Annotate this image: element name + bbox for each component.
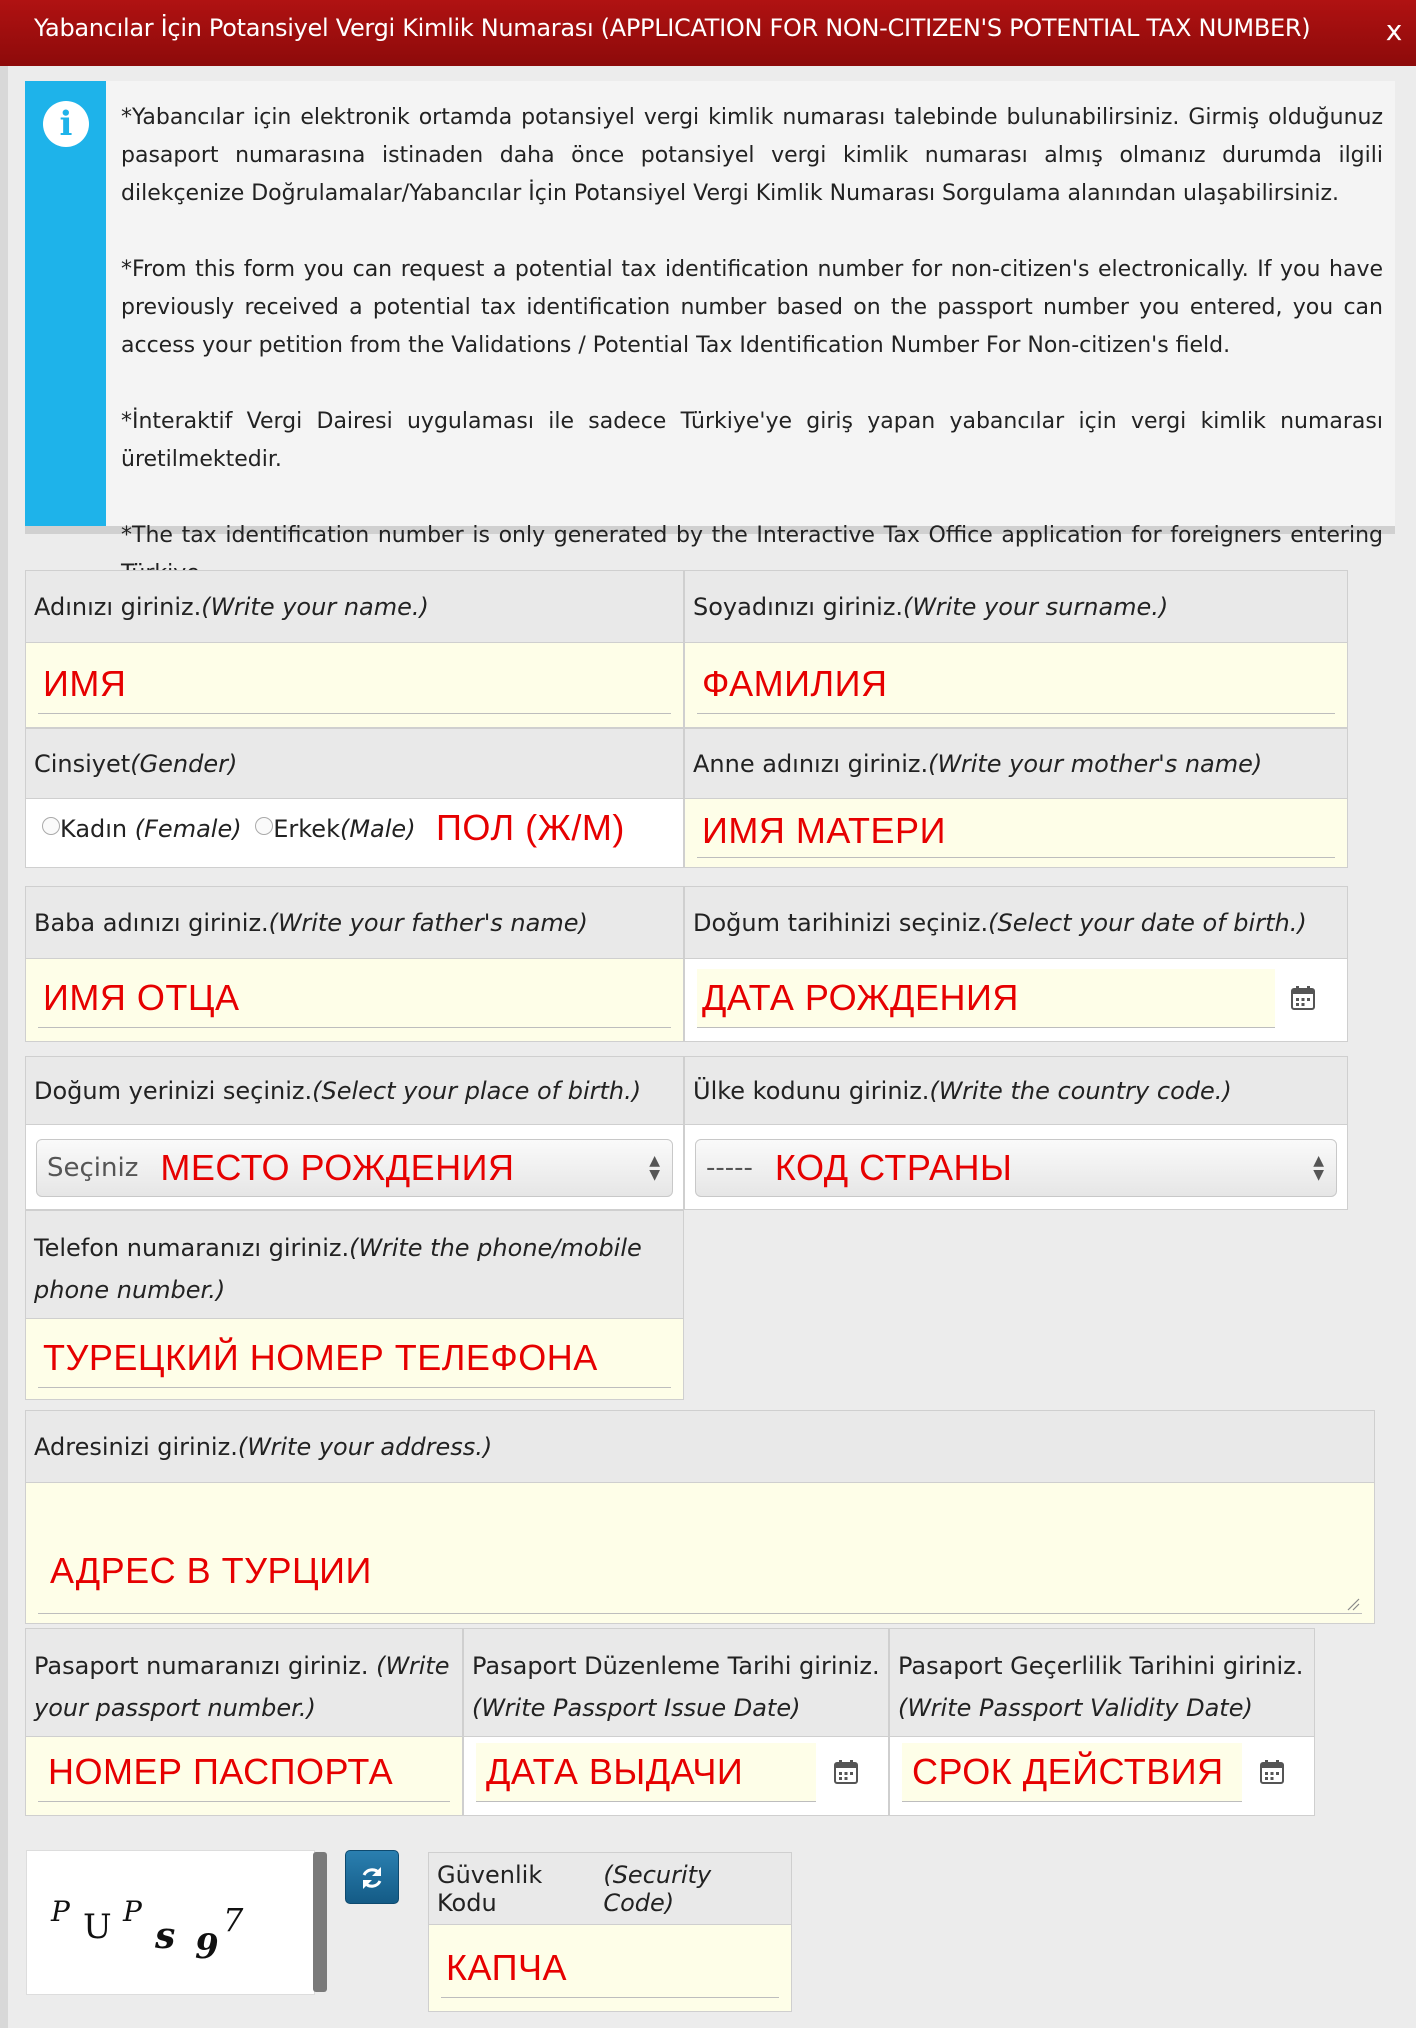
calendar-icon[interactable] [1290, 985, 1316, 1011]
captcha-char: s [155, 1915, 176, 1957]
select-arrows-icon: ▲ ▼ [1313, 1153, 1324, 1183]
gender-label: Cinsiyet (Gender) [26, 729, 683, 799]
security-code-label: Güvenlik Kodu (Security Code) [429, 1853, 791, 1925]
father-name-group: Baba adınızı giriniz. (Write your father… [25, 886, 684, 1042]
passport-issue-input[interactable]: ДАТА ВЫДАЧИ [476, 1743, 816, 1802]
birthplace-select[interactable]: Seçiniz МЕСТО РОЖДЕНИЯ ▲ ▼ [36, 1139, 673, 1197]
info-icon: i [43, 101, 89, 147]
passport-validity-label: Pasaport Geçerlilik Tarihini giriniz. (W… [890, 1629, 1314, 1737]
mother-name-input[interactable]: ИМЯ МАТЕРИ [697, 805, 1335, 858]
passport-issue-label: Pasaport Düzenleme Tarihi giriniz. (Writ… [464, 1629, 888, 1737]
address-group: Adresinizi giriniz. (Write your address.… [25, 1410, 1375, 1624]
security-code-input[interactable]: КАПЧА [441, 1939, 779, 1998]
calendar-icon[interactable] [833, 1759, 859, 1785]
refresh-icon [362, 1867, 382, 1889]
gender-group: Cinsiyet (Gender) Kadın (Female) Erkek(M… [25, 728, 684, 868]
mother-name-label: Anne adınızı giriniz. (Write your mother… [685, 729, 1347, 799]
dialog-title-bar: Yabancılar İçin Potansiyel Vergi Kimlik … [0, 0, 1416, 66]
captcha-char: P [123, 1895, 142, 1928]
captcha-image: P U P s 9 7 [26, 1850, 315, 1995]
info-paragraph: *İnteraktif Vergi Dairesi uygulaması ile… [121, 409, 1383, 472]
father-name-label: Baba adınızı giriniz. (Write your father… [26, 887, 683, 959]
passport-number-group: Pasaport numaranızı giriniz. (Write your… [25, 1628, 463, 1816]
application-form: i *Yabancılar için elektronik ortamda po… [8, 66, 1416, 2028]
female-radio[interactable] [42, 817, 60, 835]
phone-input[interactable]: ТУРЕЦКИЙ НОМЕР ТЕЛЕФОНА [38, 1329, 671, 1388]
father-name-input[interactable]: ИМЯ ОТЦА [38, 969, 671, 1028]
address-textarea[interactable]: АДРЕС В ТУРЦИИ [38, 1491, 1362, 1614]
address-label: Adresinizi giriniz. (Write your address.… [26, 1411, 1374, 1483]
captcha-scrollbar[interactable] [313, 1852, 327, 1992]
mother-name-group: Anne adınızı giriniz. (Write your mother… [684, 728, 1348, 868]
info-accent-bar [25, 81, 106, 526]
gender-value: ПОЛ (Ж/М) [436, 807, 625, 848]
address-value: АДРЕС В ТУРЦИИ [50, 1550, 372, 1591]
info-paragraph: *From this form you can request a potent… [121, 257, 1383, 358]
birthdate-group: Doğum tarihinizi seçiniz. (Select your d… [684, 886, 1348, 1042]
dialog-title: Yabancılar İçin Potansiyel Vergi Kimlik … [34, 14, 1311, 42]
captcha-char: 7 [223, 1901, 244, 1939]
country-code-label: Ülke kodunu giriniz. (Write the country c… [685, 1057, 1347, 1125]
security-code-group: Güvenlik Kodu (Security Code) КАПЧА [428, 1852, 792, 2012]
birthplace-placeholder: Seçiniz [47, 1153, 139, 1183]
info-text: *Yabancılar için elektronik ortamda pota… [121, 99, 1383, 593]
birthplace-value: МЕСТО РОЖДЕНИЯ [160, 1147, 515, 1188]
country-code-group: Ülke kodunu giriniz. (Write the country c… [684, 1056, 1348, 1210]
select-arrows-icon: ▲ ▼ [649, 1153, 660, 1183]
passport-number-input[interactable]: НОМЕР ПАСПОРТА [38, 1743, 450, 1802]
surname-label: Soyadınızı giriniz. (Write your surname.) [685, 571, 1347, 643]
captcha-char: 9 [195, 1927, 219, 1967]
passport-number-label: Pasaport numaranızı giriniz. (Write your… [26, 1629, 462, 1737]
captcha-char: U [83, 1907, 112, 1947]
country-code-select[interactable]: ----- КОД СТРАНЫ ▲ ▼ [695, 1139, 1337, 1197]
country-code-placeholder: ----- [706, 1153, 753, 1183]
phone-group: Telefon numaranızı giriniz.(Write the ph… [25, 1210, 684, 1400]
calendar-icon[interactable] [1259, 1759, 1285, 1785]
surname-group: Soyadınızı giriniz. (Write your surname.)… [684, 570, 1348, 728]
name-input[interactable]: ИМЯ [38, 655, 671, 714]
captcha-char: P [51, 1895, 70, 1928]
resize-handle-icon[interactable] [1346, 1597, 1360, 1611]
passport-issue-group: Pasaport Düzenleme Tarihi giriniz. (Writ… [463, 1628, 889, 1816]
gender-options: Kadın (Female) Erkek(Male) [42, 815, 416, 843]
close-button[interactable]: x [1386, 14, 1403, 47]
birthdate-label: Doğum tarihinizi seçiniz. (Select your d… [685, 887, 1347, 959]
phone-label: Telefon numaranızı giriniz.(Write the ph… [26, 1211, 683, 1319]
birthplace-label: Doğum yerinizi seçiniz. (Select your plac… [26, 1057, 683, 1125]
name-group: Adınızı giriniz. (Write your name.) ИМЯ [25, 570, 684, 728]
birthplace-group: Doğum yerinizi seçiniz. (Select your plac… [25, 1056, 684, 1210]
info-paragraph: *Yabancılar için elektronik ortamda pota… [121, 105, 1383, 206]
passport-validity-input[interactable]: СРОК ДЕЙСТВИЯ [902, 1743, 1242, 1802]
country-code-value: КОД СТРАНЫ [774, 1147, 1013, 1188]
male-radio[interactable] [255, 817, 274, 835]
refresh-captcha-button[interactable] [345, 1850, 399, 1904]
birthdate-input[interactable]: ДАТА РОЖДЕНИЯ [697, 969, 1275, 1028]
info-panel: i *Yabancılar için elektronik ortamda po… [25, 81, 1395, 586]
name-label: Adınızı giriniz. (Write your name.) [26, 571, 683, 643]
passport-validity-group: Pasaport Geçerlilik Tarihini giriniz. (W… [889, 1628, 1315, 1816]
surname-input[interactable]: ФАМИЛИЯ [697, 655, 1335, 714]
